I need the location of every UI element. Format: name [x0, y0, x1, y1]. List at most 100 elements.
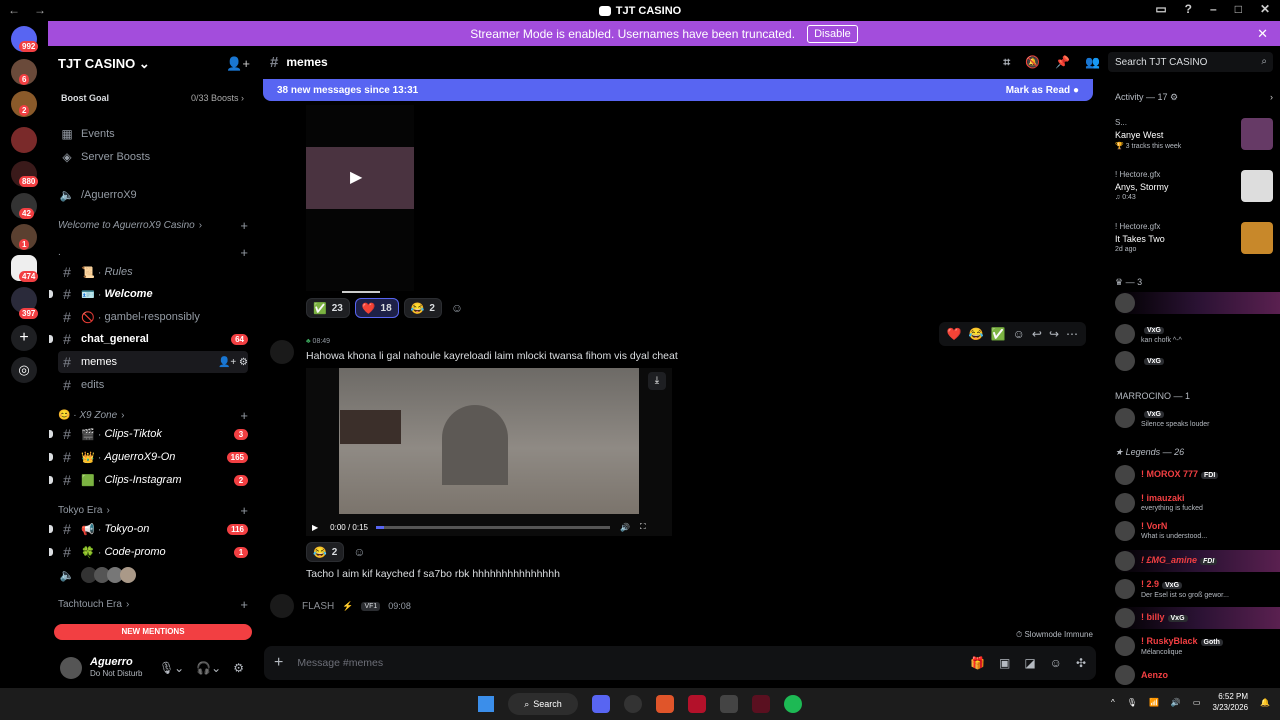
disable-button[interactable]: Disable — [807, 24, 858, 43]
inbox-icon[interactable]: ▭ — [1155, 2, 1166, 16]
battery-icon[interactable]: ▭ — [1193, 698, 1201, 707]
channel-gambel-responsibly[interactable]: # 🚫 · gambel-responsibly — [58, 306, 248, 328]
add-reaction-icon[interactable]: ☺ — [1013, 327, 1025, 341]
activity-item[interactable]: ! Hectore.gfx It Takes Two 2d ago — [1115, 222, 1273, 262]
microphone-icon[interactable]: 🎙⌄ — [159, 661, 184, 675]
wifi-icon[interactable]: 📶 — [1149, 698, 1159, 707]
video-player[interactable]: ⤓ ▶ 0:00 / 0:15 🔊 ⛶ — [306, 368, 672, 536]
mark-as-read-button[interactable]: Mark as Read ● — [1006, 85, 1079, 96]
channel-memes[interactable]: # memes 👤+ ⚙ — [58, 351, 248, 373]
clock[interactable]: 6:52 PM 3/23/2026 — [1212, 691, 1248, 713]
avatar[interactable] — [60, 657, 82, 679]
reaction[interactable]: 😂 2 — [403, 298, 442, 318]
reply-icon[interactable]: ↩ — [1032, 327, 1042, 341]
avatar[interactable] — [270, 594, 294, 618]
member-item[interactable]: ! imauzaki everything is fucked — [1115, 492, 1280, 514]
member-list-icon[interactable]: 👥 — [1085, 55, 1100, 70]
member-item[interactable]: VxG — [1115, 350, 1280, 372]
maximize-icon[interactable]: □ — [1235, 2, 1242, 16]
chevron-up-icon[interactable]: ^ — [1111, 698, 1115, 707]
message-author[interactable]: FLASH — [302, 601, 334, 612]
invite-icon[interactable]: 👤+ ⚙ — [218, 357, 248, 368]
headphones-icon[interactable]: 🎧⌄ — [196, 661, 221, 675]
app-icon[interactable] — [752, 695, 770, 713]
add-server-icon[interactable]: + — [11, 325, 37, 351]
add-channel-icon[interactable]: + — [240, 408, 248, 423]
sticker-icon[interactable]: ◪ — [1024, 656, 1035, 670]
new-mentions-button[interactable]: NEW MENTIONS — [54, 624, 252, 640]
gif-icon[interactable]: ▣ — [999, 656, 1010, 670]
member-item[interactable]: VxG kan chofk ^-^ — [1115, 323, 1280, 345]
discover-icon[interactable]: ◎ — [11, 357, 37, 383]
nav-events[interactable]: ▦ Events — [58, 123, 248, 145]
category-tachtouch-era[interactable]: Tachtouch Era › + — [58, 593, 248, 615]
channel-tokyo-on[interactable]: # 📢 · Tokyo-on 116 — [49, 518, 248, 540]
member-item[interactable]: ! MOROX 777 FDI — [1115, 464, 1280, 486]
activity-header[interactable]: Activity — 17 ⚙ › — [1115, 92, 1273, 103]
channel-edits[interactable]: # edits — [58, 374, 248, 396]
member-item[interactable]: VxG Silence speaks louder — [1115, 407, 1280, 429]
settings-icon[interactable]: ⚙ — [233, 661, 244, 675]
app-icon[interactable] — [688, 695, 706, 713]
windows-start-icon[interactable] — [478, 696, 494, 712]
spotify-icon[interactable] — [784, 695, 802, 713]
volume-icon[interactable]: 🔊 — [1171, 698, 1181, 707]
heart-reaction-icon[interactable]: ❤️ — [947, 327, 962, 341]
member-item[interactable] — [1115, 292, 1280, 314]
member-item[interactable]: ! billy VxG — [1115, 607, 1280, 629]
gift-icon[interactable]: 🎁 — [970, 656, 985, 670]
reaction[interactable]: ✅ 23 — [306, 298, 350, 318]
mic-tray-icon[interactable]: 🎙 — [1127, 698, 1137, 707]
member-item[interactable]: ! 2.9 VxG Der Esel ist so groß gewor... — [1115, 578, 1280, 600]
nav-server-boosts[interactable]: ◈ Server Boosts — [58, 146, 248, 168]
add-reaction-icon[interactable]: ☺ — [349, 545, 369, 559]
back-icon[interactable]: ← — [8, 3, 20, 17]
close-icon[interactable]: ✕ — [1257, 26, 1268, 42]
channel-rules[interactable]: # 📜 · Rules — [58, 261, 248, 283]
notifications-icon[interactable]: 🔕 — [1025, 55, 1040, 70]
apps-icon[interactable]: ✣ — [1076, 656, 1086, 670]
emoji-icon[interactable]: ☺ — [1050, 656, 1062, 670]
category-welcome[interactable]: Welcome to AguerroX9 Casino › + — [58, 214, 248, 236]
message-composer[interactable]: + Message #memes 🎁 ▣ ◪ ☺ ✣ — [264, 646, 1096, 680]
forward-icon[interactable]: → — [34, 3, 46, 17]
video-attachment[interactable]: ▶ — [306, 105, 414, 293]
new-messages-bar[interactable]: 38 new messages since 13:31 Mark as Read… — [263, 79, 1093, 101]
notification-icon[interactable]: 🔔 — [1260, 698, 1270, 707]
add-reaction-icon[interactable]: ☺ — [447, 301, 467, 315]
laugh-reaction-icon[interactable]: 😂 — [969, 327, 984, 341]
member-item[interactable]: ! £MG_amine FDI — [1115, 550, 1280, 572]
download-icon[interactable]: ⤓ — [648, 372, 666, 390]
video-seek-bar[interactable] — [375, 525, 610, 529]
app-icon[interactable] — [624, 695, 642, 713]
server-header[interactable]: TJT CASINO ⌄ — [58, 56, 150, 72]
member-item[interactable]: ! RuskyBlack Goth Mélancolique — [1115, 635, 1280, 657]
add-channel-icon[interactable]: + — [240, 218, 248, 233]
voice-participants[interactable]: 🔈 — [58, 564, 248, 586]
close-window-icon[interactable]: ✕ — [1260, 2, 1270, 16]
channel-clips-instagram[interactable]: # 🟩 · Clips-Instagram 2 — [49, 469, 248, 491]
play-icon[interactable]: ▶ — [312, 523, 318, 532]
voice-channel[interactable]: 🔈/AguerroX9 — [58, 184, 248, 206]
avatar[interactable] — [270, 340, 294, 364]
upload-icon[interactable]: + — [274, 654, 283, 672]
channel-aguerrox9-on[interactable]: # 👑 · AguerroX9-On 165 — [49, 446, 248, 468]
add-channel-icon[interactable]: + — [240, 245, 248, 260]
threads-icon[interactable]: ⌗ — [1003, 55, 1010, 70]
channel-code-promo[interactable]: # 🍀 · Code-promo 1 — [49, 541, 248, 563]
channel-chat-general[interactable]: # chat_general 64 — [49, 328, 248, 350]
add-channel-icon[interactable]: + — [240, 597, 248, 612]
member-item[interactable]: Aenzo — [1115, 664, 1280, 686]
fullscreen-icon[interactable]: ⛶ — [640, 522, 646, 532]
forward-icon[interactable]: ↪ — [1049, 327, 1059, 341]
pin-icon[interactable]: 📌 — [1055, 55, 1070, 70]
reaction[interactable]: ❤️ 18 — [354, 298, 399, 318]
volume-icon[interactable]: 🔊 — [620, 523, 630, 532]
brave-icon[interactable] — [656, 695, 674, 713]
channel-clips-tiktok[interactable]: # 🎬 · Clips-Tiktok 3 — [49, 423, 248, 445]
boost-goal[interactable]: Boost Goal 0/33 Boosts › — [61, 93, 244, 103]
add-channel-icon[interactable]: + — [240, 503, 248, 518]
discord-app-icon[interactable] — [592, 695, 610, 713]
category-dot[interactable]: . + — [58, 241, 248, 263]
activity-item[interactable]: ! Hectore.gfx Anys, Stormy ♫ 0:43 — [1115, 170, 1273, 210]
